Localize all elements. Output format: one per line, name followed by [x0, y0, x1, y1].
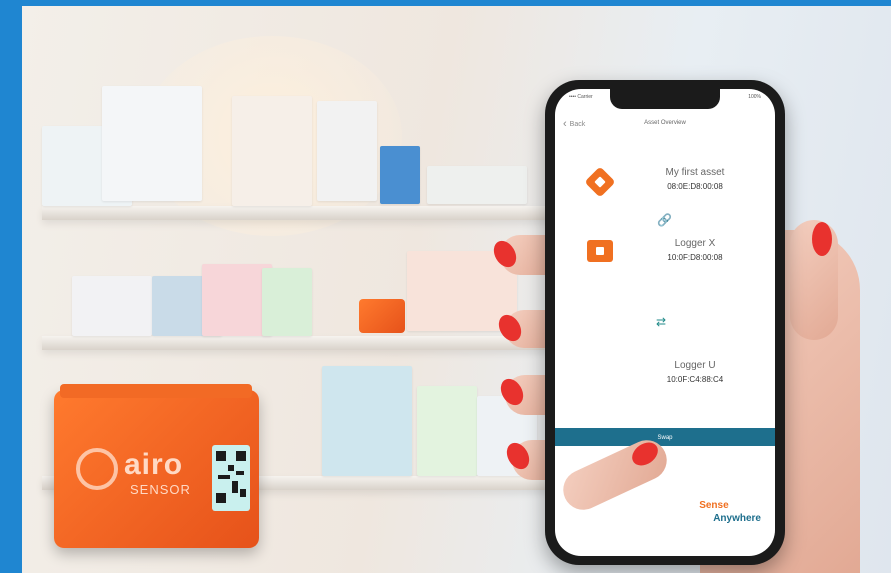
qr-code-icon	[212, 445, 250, 511]
medicine-box	[427, 166, 527, 204]
asset-name: Logger X	[674, 238, 716, 249]
medicine-box	[317, 101, 377, 201]
medicine-box	[380, 146, 420, 204]
medicine-box	[262, 268, 312, 336]
link-icon[interactable]: 🔗	[657, 213, 672, 227]
asset-name: My first asset	[665, 167, 725, 178]
swap-button[interactable]: Swap	[555, 428, 775, 446]
battery-label: 100%	[748, 94, 761, 100]
medicine-box	[72, 276, 152, 336]
asset-item-logger-u[interactable]: Logger U 10:0F:C4:88:C4	[615, 360, 775, 384]
swap-arrows-icon[interactable]: ⇄	[656, 315, 666, 329]
sensor-brand: airo	[124, 448, 184, 481]
asset-tag-icon	[584, 166, 616, 198]
fingernail	[812, 222, 832, 256]
airo-sensor-device: airo SENSOR	[54, 384, 259, 548]
asset-mac: 10:0F:D8:00:08	[667, 253, 723, 262]
brand-line-1: Sense	[699, 500, 729, 511]
carrier-label: •••• Carrier	[569, 94, 593, 100]
sensor-sub: SENSOR	[130, 482, 191, 497]
sensor-wave-icon	[76, 448, 118, 490]
logger-box-icon	[587, 240, 613, 262]
status-bar: •••• Carrier 100%	[569, 94, 761, 100]
shelf-top	[42, 206, 562, 220]
medicine-box	[322, 366, 412, 476]
nav-bar: ‹ Back Asset Overview	[555, 115, 775, 135]
asset-item-first[interactable]: My first asset 08:0E:D8:00:08	[615, 167, 775, 191]
medicine-box	[102, 86, 202, 201]
small-orange-sensor	[359, 299, 405, 333]
brand-logo: Sense Anywhere	[699, 500, 761, 524]
medicine-box	[232, 96, 312, 206]
page-title: Asset Overview	[644, 120, 686, 126]
asset-item-logger-x[interactable]: Logger X 10:0F:D8:00:08	[615, 238, 775, 262]
asset-mac: 08:0E:D8:00:08	[667, 182, 723, 191]
medicine-box	[417, 386, 477, 476]
brand-line-2: Anywhere	[713, 513, 761, 524]
sensor-lid	[60, 384, 252, 398]
shelf-middle	[42, 336, 562, 350]
asset-mac: 10:0F:C4:88:C4	[666, 375, 724, 384]
asset-name: Logger U	[674, 360, 716, 371]
